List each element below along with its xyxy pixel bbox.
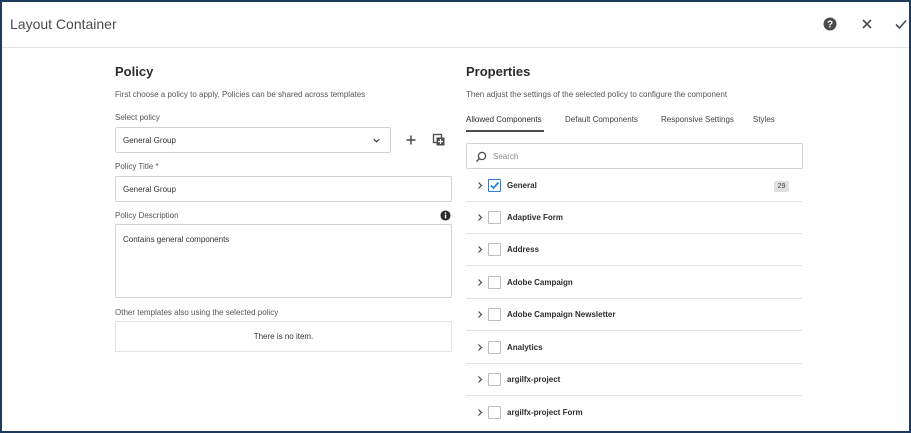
chevron-right-icon[interactable] (476, 213, 484, 222)
component-checkbox[interactable] (488, 308, 501, 321)
list-item: Adobe Campaign (466, 267, 802, 299)
active-tab-indicator (466, 130, 544, 132)
component-label: Analytics (507, 343, 543, 352)
dialog-frame: Layout Container ? Policy First choose a… (0, 0, 911, 433)
component-label: Adobe Campaign Newsletter (507, 310, 616, 319)
component-label: argilfx-project (507, 375, 561, 384)
component-checkbox[interactable] (488, 179, 501, 192)
policy-description-text: First choose a policy to apply. Policies… (115, 90, 366, 99)
tab-responsive-settings[interactable]: Responsive Settings (661, 115, 734, 124)
chevron-right-icon[interactable] (476, 278, 484, 287)
checkmark-icon (490, 181, 500, 190)
policy-description-textarea[interactable]: Contains general components (115, 224, 452, 298)
plus-icon[interactable] (404, 133, 418, 147)
policy-title-label: Policy Title * (115, 162, 159, 171)
list-item: Address (466, 234, 802, 266)
other-templates-label: Other templates also using the selected … (115, 308, 279, 317)
component-label: argilfx-project Form (507, 408, 583, 417)
policy-title-value: General Group (123, 185, 176, 194)
tab-styles[interactable]: Styles (753, 115, 775, 124)
properties-heading: Properties (466, 64, 531, 79)
component-label: Address (507, 245, 540, 254)
select-policy-value: General Group (123, 136, 176, 145)
other-templates-list: There is no item. (115, 321, 452, 352)
component-checkbox[interactable] (488, 276, 501, 289)
count-badge: 29 (774, 181, 789, 192)
duplicate-icon[interactable] (432, 133, 446, 147)
properties-description-text: Then adjust the settings of the selected… (466, 90, 728, 99)
list-item: Analytics (466, 332, 802, 364)
chevron-right-icon[interactable] (476, 245, 484, 254)
properties-tabs: Allowed Components Default Components Re… (466, 115, 802, 135)
empty-state-text: There is no item. (253, 332, 314, 341)
component-label: Adobe Campaign (507, 278, 573, 287)
tab-default-components[interactable]: Default Components (565, 115, 638, 124)
dialog-header: Layout Container ? (2, 2, 909, 48)
list-item: Adaptive Form (466, 202, 802, 234)
policy-description-value: Contains general components (123, 235, 230, 244)
svg-text:?: ? (827, 20, 833, 31)
chevron-down-icon (373, 138, 380, 143)
list-item: argilfx-project Form (466, 397, 802, 429)
select-policy-label: Select policy (115, 113, 160, 122)
component-search (466, 143, 803, 169)
component-checkbox[interactable] (488, 406, 501, 419)
component-checkbox[interactable] (488, 243, 501, 256)
list-item: General 29 (466, 170, 802, 202)
policy-heading: Policy (115, 64, 154, 79)
list-item: Adobe Campaign Newsletter (466, 299, 802, 331)
list-item: argilfx-project (466, 364, 802, 396)
checkmark-icon[interactable] (893, 16, 909, 32)
chevron-right-icon[interactable] (476, 181, 484, 190)
search-icon (475, 151, 487, 163)
select-policy-dropdown[interactable]: General Group (115, 127, 391, 153)
chevron-right-icon[interactable] (476, 343, 484, 352)
help-circle-icon[interactable]: ? (822, 16, 838, 32)
dialog-title: Layout Container (10, 16, 117, 32)
search-input[interactable] (493, 149, 793, 163)
chevron-right-icon[interactable] (476, 408, 484, 417)
component-checkbox[interactable] (488, 373, 501, 386)
component-label: Adaptive Form (507, 213, 564, 222)
tab-allowed-components[interactable]: Allowed Components (466, 115, 542, 124)
component-label: General (507, 181, 537, 190)
close-icon[interactable] (859, 16, 875, 32)
chevron-right-icon[interactable] (476, 310, 484, 319)
info-icon[interactable] (440, 210, 451, 221)
component-checkbox[interactable] (488, 341, 501, 354)
policy-title-field[interactable]: General Group (115, 176, 452, 202)
chevron-right-icon[interactable] (476, 375, 484, 384)
policy-description-label: Policy Description (115, 211, 179, 220)
component-checkbox[interactable] (488, 211, 501, 224)
